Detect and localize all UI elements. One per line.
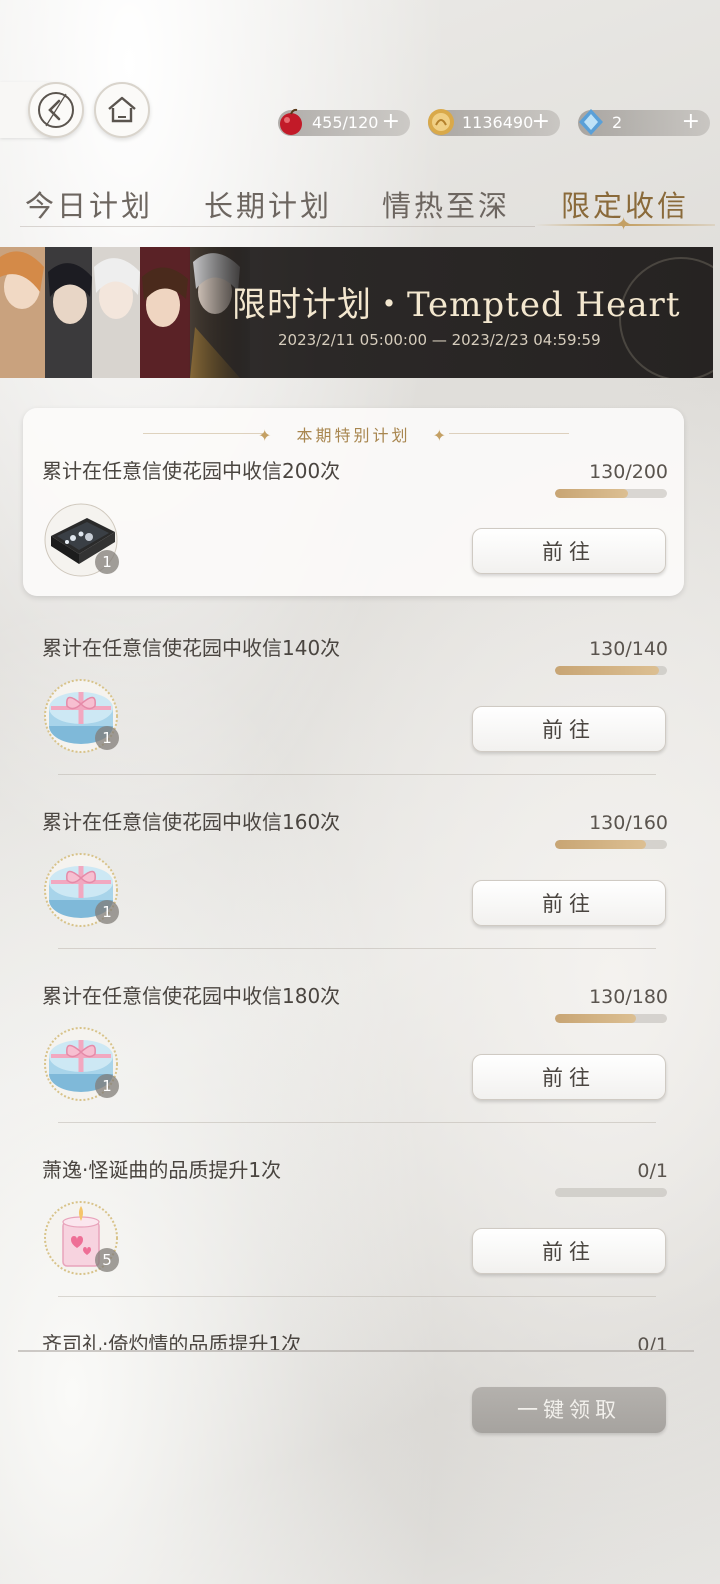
reward-count: 1 — [95, 900, 119, 924]
apple-resource[interactable]: 455/120 + — [278, 108, 410, 136]
go-button[interactable]: 前往 — [472, 528, 666, 574]
progress-fill — [555, 840, 646, 849]
sparkle-icon: ✦ — [616, 214, 632, 235]
diamond-icon — [579, 109, 603, 135]
diamond-value: 2 — [612, 113, 623, 132]
add-coin-button[interactable]: + — [532, 110, 550, 134]
special-plan-header: ✦ 本期特别计划 ✦ — [23, 422, 684, 446]
progress-fill — [555, 666, 660, 675]
mission-progress: 0/1 — [637, 1160, 668, 1182]
reward-item[interactable]: 1 — [43, 502, 119, 578]
reward-count: 1 — [95, 550, 119, 574]
divider — [58, 948, 656, 949]
mission-title: 累计在任意信使花园中收信180次 — [42, 984, 341, 1008]
mission-title: 萧逸·怪诞曲的品质提升1次 — [42, 1158, 282, 1182]
reward-count: 1 — [95, 726, 119, 750]
add-diamond-button[interactable]: + — [682, 110, 700, 134]
progress-fill — [555, 489, 628, 498]
tab-divider — [20, 226, 535, 227]
divider — [58, 1296, 656, 1297]
mission-progress: 130/180 — [589, 986, 668, 1008]
coin-resource[interactable]: 1136490 + — [428, 109, 560, 136]
add-apple-button[interactable]: + — [382, 110, 400, 134]
banner-date-range: 2023/2/11 05:00:00 — 2023/2/23 04:59:59 — [278, 331, 601, 349]
home-icon — [108, 96, 136, 123]
event-banner: 限时计划・Tempted Heart 2023/2/11 05:00:00 — … — [0, 247, 713, 378]
mission-progress: 0/1 — [637, 1334, 668, 1350]
apple-value: 455/120 — [312, 113, 379, 132]
back-arrow-icon — [38, 92, 74, 128]
mission-title: 累计在任意信使花园中收信200次 — [42, 459, 341, 483]
tab-long-term[interactable]: 长期计划 — [204, 183, 332, 225]
banner-title: 限时计划・Tempted Heart — [232, 285, 681, 325]
go-button[interactable]: 前往 — [472, 880, 666, 926]
reward-item[interactable]: 1 — [43, 852, 119, 928]
apple-icon — [280, 108, 302, 135]
divider — [58, 774, 656, 775]
diamond-resource[interactable]: 2 + — [578, 109, 710, 136]
mission-progress: 130/140 — [589, 638, 668, 660]
reward-item[interactable]: 1 — [43, 678, 119, 754]
special-plan-label: 本期特别计划 — [296, 426, 411, 445]
mission-title: 累计在任意信使花园中收信160次 — [42, 810, 341, 834]
reward-item[interactable]: 1 — [43, 1026, 119, 1102]
coin-value: 1136490 — [462, 113, 534, 132]
home-button[interactable] — [94, 82, 150, 138]
back-button[interactable] — [28, 82, 84, 138]
mission-progress-bar — [555, 489, 667, 498]
mission-title: 齐司礼·倚灼情的品质提升1次 — [42, 1332, 302, 1350]
progress-fill — [555, 1014, 636, 1023]
clipped-row: 齐司礼·倚灼情的品质提升1次 0/1 — [0, 1310, 720, 1350]
mission-progress-bar — [555, 1014, 667, 1023]
footer-divider — [18, 1350, 694, 1352]
mission-progress-bar — [555, 840, 667, 849]
sparkle-icon: ✦ — [432, 426, 449, 445]
tab-today[interactable]: 今日计划 — [25, 183, 153, 225]
reward-count: 5 — [95, 1248, 119, 1272]
gold-coin-icon — [428, 109, 454, 135]
reward-count: 1 — [95, 1074, 119, 1098]
sparkle-icon: ✦ — [257, 426, 275, 445]
mission-progress: 130/200 — [589, 461, 668, 483]
mission-progress-bar — [555, 1188, 667, 1197]
tab-passion[interactable]: 情热至深 — [382, 183, 510, 225]
mission-progress: 130/160 — [589, 812, 668, 834]
go-button[interactable]: 前往 — [472, 1054, 666, 1100]
mission-progress-bar — [555, 666, 667, 675]
mission-title: 累计在任意信使花园中收信140次 — [42, 636, 341, 660]
characters-portrait-image — [0, 247, 250, 378]
go-button[interactable]: 前往 — [472, 1228, 666, 1274]
claim-all-button[interactable]: 一键领取 — [472, 1387, 666, 1433]
reward-item[interactable]: 5 — [43, 1200, 119, 1276]
go-button[interactable]: 前往 — [472, 706, 666, 752]
divider — [58, 1122, 656, 1123]
